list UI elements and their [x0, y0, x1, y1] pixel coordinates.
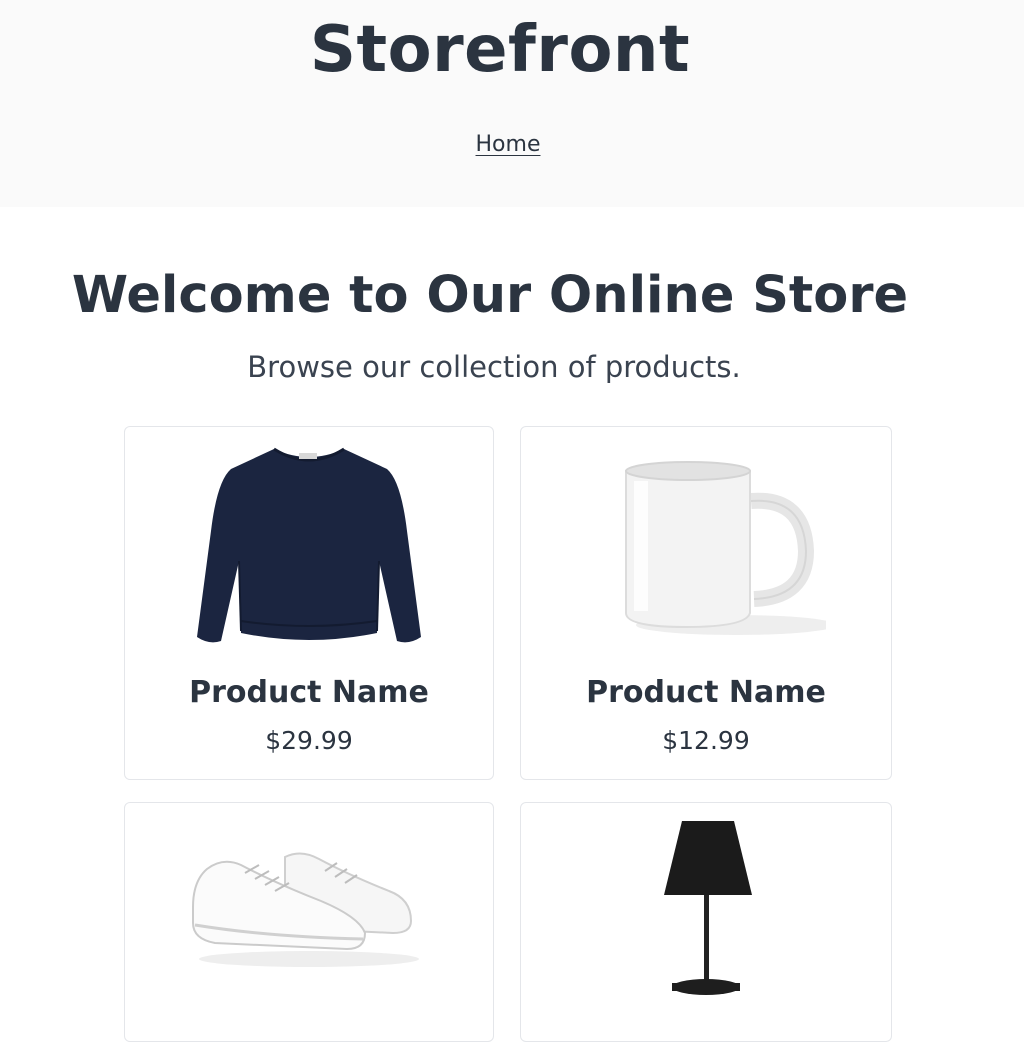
product-price: $29.99: [265, 726, 353, 755]
product-card[interactable]: [124, 802, 494, 1042]
hero-title: Welcome to Our Online Store: [71, 266, 909, 325]
product-card[interactable]: Product Name $12.99: [520, 426, 892, 780]
product-card[interactable]: Product Name $29.99: [124, 426, 494, 780]
black-lamp-image[interactable]: [521, 817, 891, 1047]
product-name[interactable]: Product Name: [521, 673, 891, 713]
product-card[interactable]: [520, 802, 892, 1042]
site-title[interactable]: Storefront: [0, 10, 1000, 90]
product-name[interactable]: Product Name: [125, 673, 493, 713]
product-price: $12.99: [662, 726, 750, 755]
white-sneakers-image[interactable]: [125, 817, 493, 1047]
site-header: Storefront Home: [0, 0, 1024, 207]
hero-subtitle: Browse our collection of products.: [247, 350, 741, 384]
main-nav: Home: [0, 132, 1016, 157]
white-mug-image[interactable]: [521, 441, 891, 671]
nav-link-home[interactable]: Home: [476, 132, 541, 157]
navy-sweater-image[interactable]: [125, 441, 493, 671]
